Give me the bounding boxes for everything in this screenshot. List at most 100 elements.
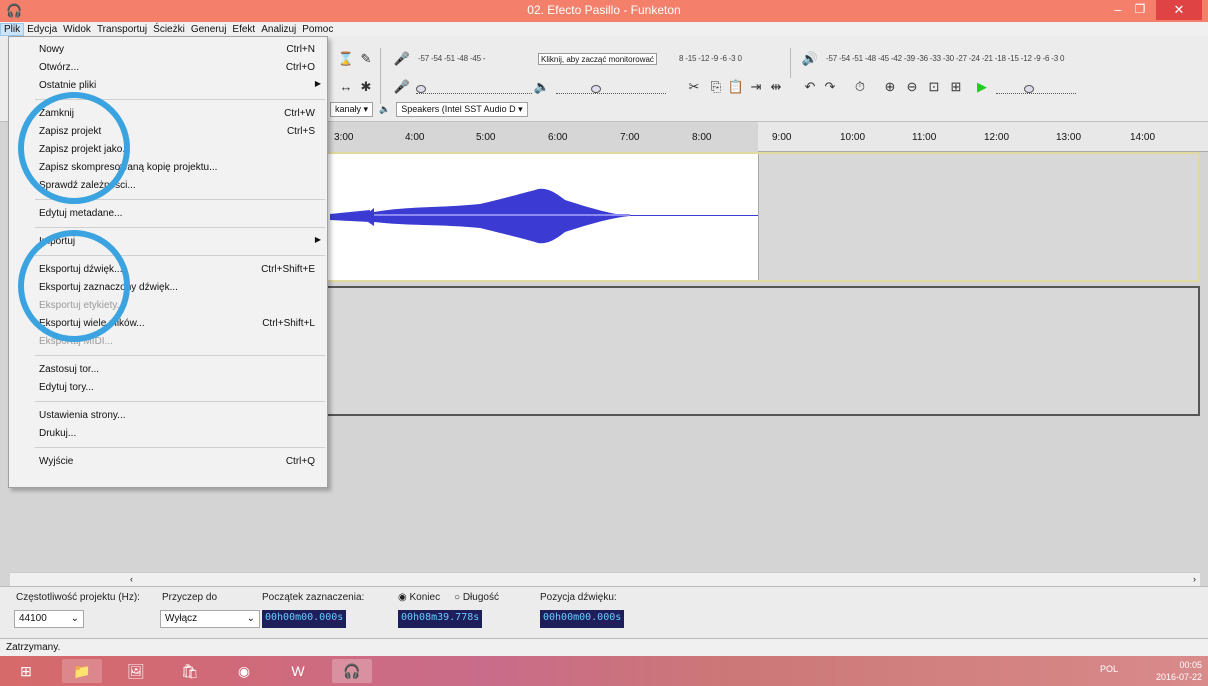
trim-icon[interactable]: ⇥	[746, 78, 766, 96]
waveform	[330, 188, 758, 244]
end-radio[interactable]: ◉ Koniec	[398, 592, 440, 603]
toolbar-divider	[380, 48, 381, 104]
tick-label: 13:00	[1056, 132, 1082, 143]
record-meter-scale-right: 8 -15 -12 -9 -6 -3 0	[679, 54, 742, 63]
speaker-meter-icon[interactable]: 🔊	[800, 50, 820, 68]
selection-start-label: Początek zaznaczenia:	[262, 592, 365, 603]
speaker-volume-slider[interactable]	[556, 80, 666, 94]
audio-position-label: Pozycja dźwięku:	[540, 592, 617, 603]
multi-tool-icon[interactable]: ✱	[356, 78, 376, 96]
paste-icon[interactable]: 📋	[726, 78, 746, 96]
snap-to-label: Przyczep do	[162, 592, 218, 603]
start-button-icon[interactable]: ⊞	[6, 659, 46, 683]
record-meter-icon[interactable]: 🎤	[392, 50, 412, 68]
app-icon[interactable]: 🖼	[116, 659, 156, 683]
audio-clip[interactable]	[330, 154, 758, 280]
menu-item-apply-chain[interactable]: Zastosuj tor...	[9, 361, 327, 379]
menu-separator	[35, 355, 325, 356]
window-title: 02. Efecto Pasillo - Funketon	[527, 3, 681, 17]
tick-label: 8:00	[692, 132, 712, 143]
selection-start-time[interactable]: 00h00m00.000s	[262, 610, 347, 628]
menu-edit[interactable]: Edycja	[24, 24, 60, 35]
chevron-down-icon: ⌄	[70, 613, 79, 624]
tick-label: 10:00	[840, 132, 866, 143]
timeshift-tool-icon[interactable]: ↔	[336, 78, 356, 96]
menu-item-new[interactable]: Nowy Ctrl+N	[9, 41, 327, 59]
minimize-button[interactable]: –	[1108, 2, 1128, 18]
project-rate-label: Częstotliwość projektu (Hz):	[16, 592, 140, 603]
copy-icon[interactable]: ⎘	[706, 78, 726, 96]
close-button[interactable]: ✕	[1156, 0, 1202, 20]
fit-project-icon[interactable]: ⊞	[946, 78, 966, 96]
timeline-ruler[interactable]: 3:00 4:00 5:00 6:00 7:00 8:00 9:00 10:00…	[330, 122, 1208, 152]
speaker-volume-icon: 🔈	[533, 79, 551, 94]
tick-label: 6:00	[548, 132, 568, 143]
project-rate-select[interactable]: 44100 ⌄	[14, 610, 84, 628]
playback-meter-scale: -57 -54 -51 -48 -45 -42 -39 -36 -33 -30 …	[826, 54, 1065, 63]
menu-analyze[interactable]: Analizuj	[258, 24, 299, 35]
envelope-tool-icon[interactable]: ⌛	[336, 50, 356, 68]
menu-effect[interactable]: Efekt	[229, 24, 258, 35]
channels-select[interactable]: kanały ▾	[330, 101, 374, 117]
menu-transport[interactable]: Transportuj	[94, 24, 150, 35]
menu-help[interactable]: Pomoc	[299, 24, 336, 35]
menu-item-edit-chains[interactable]: Edytuj tory...	[9, 379, 327, 397]
menu-generate[interactable]: Generuj	[188, 24, 230, 35]
mic-volume-icon: 🎤	[393, 79, 411, 94]
word-icon[interactable]: W	[278, 659, 318, 683]
length-radio[interactable]: ○ Długość	[454, 592, 499, 603]
channels-label: kanały	[335, 103, 362, 114]
tick-label: 11:00	[912, 132, 937, 143]
track-empty-region	[758, 154, 1198, 280]
windows-taskbar: ⊞ 📁 🖼 🛍 ◉ W 🎧 POL 00:05 2016-07-22	[0, 656, 1208, 686]
selection-end-time[interactable]: 00h08m39.778s	[398, 610, 483, 628]
system-clock[interactable]: 00:05 2016-07-22	[1156, 659, 1202, 683]
menu-separator	[35, 447, 325, 448]
speaker-device-icon: 🔈	[379, 103, 391, 114]
clock-date: 2016-07-22	[1155, 672, 1202, 682]
chrome-icon[interactable]: ◉	[224, 659, 264, 683]
zoom-out-icon[interactable]: ⊖	[902, 78, 922, 96]
menu-tracks[interactable]: Ścieżki	[150, 24, 188, 35]
tick-label: 7:00	[620, 132, 640, 143]
menu-separator	[35, 227, 325, 228]
scroll-right-icon[interactable]: ›	[1193, 574, 1196, 584]
menu-item-exit[interactable]: Wyjście Ctrl+Q	[9, 453, 327, 471]
audacity-taskbar-icon[interactable]: 🎧	[332, 659, 372, 683]
sync-lock-icon[interactable]: ⏱	[850, 78, 870, 96]
draw-tool-icon[interactable]: ✎	[356, 50, 376, 68]
tick-label: 9:00	[772, 132, 792, 143]
snap-to-select[interactable]: Wyłącz ⌄	[160, 610, 260, 628]
redo-icon[interactable]: ↷	[820, 78, 840, 96]
menu-view[interactable]: Widok	[60, 24, 94, 35]
menu-item-print[interactable]: Drukuj...	[9, 425, 327, 443]
menu-file[interactable]: Plik	[0, 22, 25, 36]
playback-device-label: Speakers (Intel SST Audio D	[401, 103, 516, 114]
toolbar-divider	[790, 48, 791, 78]
menu-item-edit-metadata[interactable]: Edytuj metadane...	[9, 205, 327, 223]
store-icon[interactable]: 🛍	[170, 659, 210, 683]
start-monitoring-button[interactable]: Kliknij, aby zacząć monitorować	[538, 53, 657, 65]
audio-position-time[interactable]: 00h00m00.000s	[540, 610, 625, 628]
cut-icon[interactable]: ✂	[684, 78, 704, 96]
selection-toolbar: Częstotliwość projektu (Hz): 44100 ⌄ Prz…	[0, 586, 1208, 638]
menu-item-open[interactable]: Otwórz... Ctrl+O	[9, 59, 327, 77]
menu-item-page-setup[interactable]: Ustawienia strony...	[9, 407, 327, 425]
silence-icon[interactable]: ⇹	[766, 78, 786, 96]
annotation-circle	[18, 92, 130, 204]
maximize-button[interactable]: ❐	[1130, 2, 1150, 18]
play-speed-slider[interactable]	[996, 80, 1076, 94]
zoom-in-icon[interactable]: ⊕	[880, 78, 900, 96]
length-radio-label: Długość	[462, 592, 499, 603]
fit-selection-icon[interactable]: ⊡	[924, 78, 944, 96]
chevron-down-icon: ⌄	[246, 613, 255, 624]
undo-icon[interactable]: ↶	[800, 78, 820, 96]
playback-device-select[interactable]: Speakers (Intel SST Audio D ▾	[396, 101, 528, 117]
horizontal-scrollbar[interactable]: ‹ ›	[10, 572, 1200, 586]
play-at-speed-icon[interactable]: ▶	[972, 78, 992, 96]
mic-volume-slider[interactable]	[416, 80, 532, 94]
menu-item-recent-files[interactable]: Ostatnie pliki ▶	[9, 77, 327, 95]
file-explorer-icon[interactable]: 📁	[62, 659, 102, 683]
language-indicator[interactable]: POL	[1100, 664, 1118, 674]
scroll-left-icon[interactable]: ‹	[130, 574, 133, 584]
